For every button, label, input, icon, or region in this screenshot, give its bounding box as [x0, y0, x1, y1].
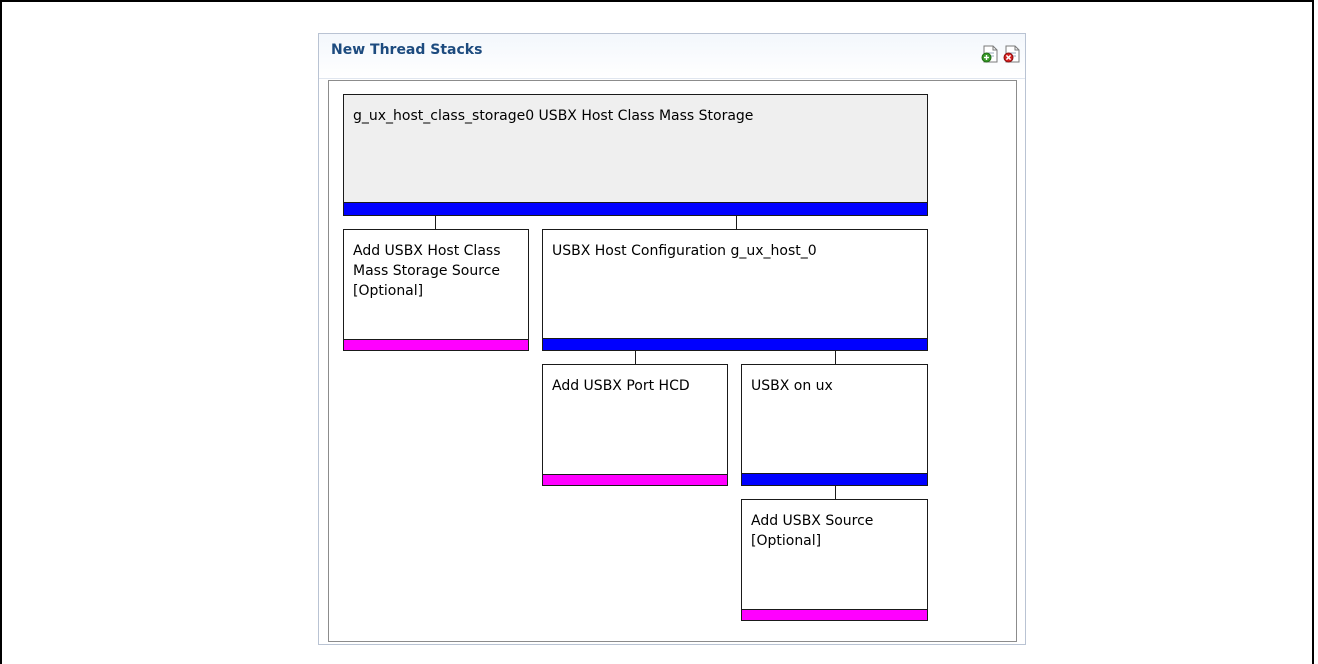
module-label: Add USBX Host Class Mass Storage Source … — [353, 243, 501, 299]
add-stack-icon[interactable] — [981, 44, 999, 64]
required-bar — [543, 338, 927, 350]
remove-stack-icon[interactable] — [1003, 44, 1021, 64]
optional-bar — [344, 339, 528, 350]
module-label: Add USBX Port HCD — [552, 378, 690, 394]
optional-bar — [742, 609, 927, 620]
module-label: g_ux_host_class_storage0 USBX Host Class… — [353, 108, 754, 124]
panel-title: New Thread Stacks — [331, 42, 483, 58]
connector-root-host-config — [736, 216, 737, 229]
module-root-mass-storage[interactable]: g_ux_host_class_storage0 USBX Host Class… — [343, 94, 928, 216]
module-label: USBX Host Configuration g_ux_host_0 — [552, 243, 817, 259]
optional-bar — [543, 474, 727, 485]
module-class-source[interactable]: Add USBX Host Class Mass Storage Source … — [343, 229, 529, 351]
required-bar — [742, 473, 927, 485]
connector-host-config-usbx-on-ux — [835, 351, 836, 364]
module-usbx-on-ux[interactable]: USBX on ux — [741, 364, 928, 486]
connector-host-config-port-hcd — [635, 351, 636, 364]
module-host-configuration[interactable]: USBX Host Configuration g_ux_host_0 — [542, 229, 928, 351]
module-usbx-source[interactable]: Add USBX Source [Optional] — [741, 499, 928, 621]
connector-root-class-source — [435, 216, 436, 229]
module-label: USBX on ux — [751, 378, 833, 394]
module-label: Add USBX Source [Optional] — [751, 513, 874, 549]
connector-usbx-on-ux-source — [835, 486, 836, 499]
panel-header: New Thread Stacks — [319, 34, 1025, 79]
required-bar — [344, 202, 927, 215]
module-port-hcd[interactable]: Add USBX Port HCD — [542, 364, 728, 486]
